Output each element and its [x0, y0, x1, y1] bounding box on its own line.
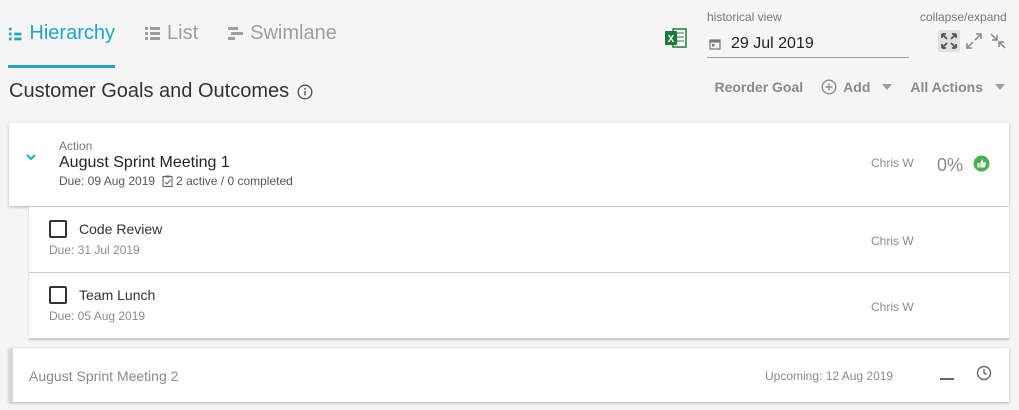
info-icon[interactable]: [297, 83, 313, 100]
goal-actions-bar: Reorder Goal Add All Actions: [696, 79, 1005, 95]
page-title-text: Customer Goals and Outcomes: [9, 80, 290, 102]
upcoming-action-title[interactable]: August Sprint Meeting 2: [29, 368, 178, 384]
task-title[interactable]: Team Lunch: [79, 287, 155, 303]
thumbs-up-icon: [973, 155, 990, 172]
expand-arrows-icon: [941, 33, 957, 49]
all-actions-filter[interactable]: All Actions: [910, 79, 1005, 95]
list-icon: [145, 27, 160, 40]
upcoming-action-card[interactable]: August Sprint Meeting 2 Upcoming: 12 Aug…: [9, 348, 1009, 402]
diagonal-collapse-icon: [990, 33, 1006, 49]
add-circle-icon: [821, 79, 837, 95]
all-actions-label: All Actions: [910, 79, 983, 95]
task-owner: Chris W: [871, 234, 914, 248]
action-progress-summary: 2 active / 0 completed: [176, 174, 293, 188]
action-type-label: Action: [59, 139, 93, 153]
diagonal-expand-icon: [966, 33, 982, 49]
historical-view-label: historical view: [707, 10, 782, 24]
tab-hierarchy[interactable]: Hierarchy: [8, 14, 115, 68]
all-actions-caret-icon: [995, 84, 1005, 90]
collapse-expand-label: collapse/expand: [920, 10, 1007, 24]
action-percent: 0%: [937, 155, 964, 175]
action-meta: Due: 09 Aug 2019 2 active / 0 completed: [59, 174, 293, 188]
task-checkbox[interactable]: [49, 286, 67, 304]
reorder-goal-button[interactable]: Reorder Goal: [714, 79, 803, 95]
tab-swimlane[interactable]: Swimlane: [228, 14, 337, 68]
clock-icon: [976, 365, 992, 381]
page-title: Customer Goals and Outcomes: [9, 80, 313, 103]
add-button[interactable]: Add: [821, 79, 893, 95]
upcoming-date: Upcoming: 12 Aug 2019: [765, 369, 894, 383]
calendar-icon: [709, 38, 721, 50]
svg-text:X: X: [668, 34, 675, 45]
task-due-date: Due: 05 Aug 2019: [49, 309, 146, 323]
add-button-label: Add: [843, 79, 871, 95]
tab-list-label: List: [167, 22, 199, 44]
historical-view-date-value: 29 Jul 2019: [731, 34, 814, 52]
task-due-date: Due: 31 Jul 2019: [49, 243, 140, 257]
action-card[interactable]: Action August Sprint Meeting 1 Due: 09 A…: [9, 123, 1009, 206]
add-dropdown-caret-icon: [882, 84, 893, 90]
action-due-date: Due: 09 Aug 2019: [59, 174, 156, 188]
historical-view-date-field[interactable]: 29 Jul 2019: [707, 30, 909, 58]
action-title[interactable]: August Sprint Meeting 1: [59, 154, 230, 172]
task-checkbox[interactable]: [49, 220, 67, 238]
task-owner: Chris W: [871, 300, 914, 314]
view-tabs: Hierarchy List Swimlane: [8, 14, 367, 68]
tab-list[interactable]: List: [145, 14, 198, 68]
tab-swimlane-label: Swimlane: [250, 22, 337, 44]
action-owner: Chris W: [871, 156, 914, 170]
collapse-all-button[interactable]: [987, 30, 1009, 52]
task-title[interactable]: Code Review: [79, 221, 162, 237]
expand-all-button[interactable]: [938, 30, 960, 52]
chevron-down-icon[interactable]: [25, 151, 37, 163]
task-card[interactable]: Team Lunch Due: 05 Aug 2019 Chris W: [29, 273, 1009, 339]
excel-export-button[interactable]: X: [665, 27, 687, 49]
swimlane-icon: [228, 27, 244, 40]
tab-hierarchy-label: Hierarchy: [29, 22, 115, 44]
clipboard-check-icon: [162, 175, 173, 187]
expand-one-level-button[interactable]: [963, 30, 985, 52]
no-progress-dash-icon: [940, 378, 954, 380]
task-card[interactable]: Code Review Due: 31 Jul 2019 Chris W: [29, 207, 1009, 273]
hierarchy-icon: [8, 27, 22, 41]
excel-icon: X: [665, 28, 687, 48]
